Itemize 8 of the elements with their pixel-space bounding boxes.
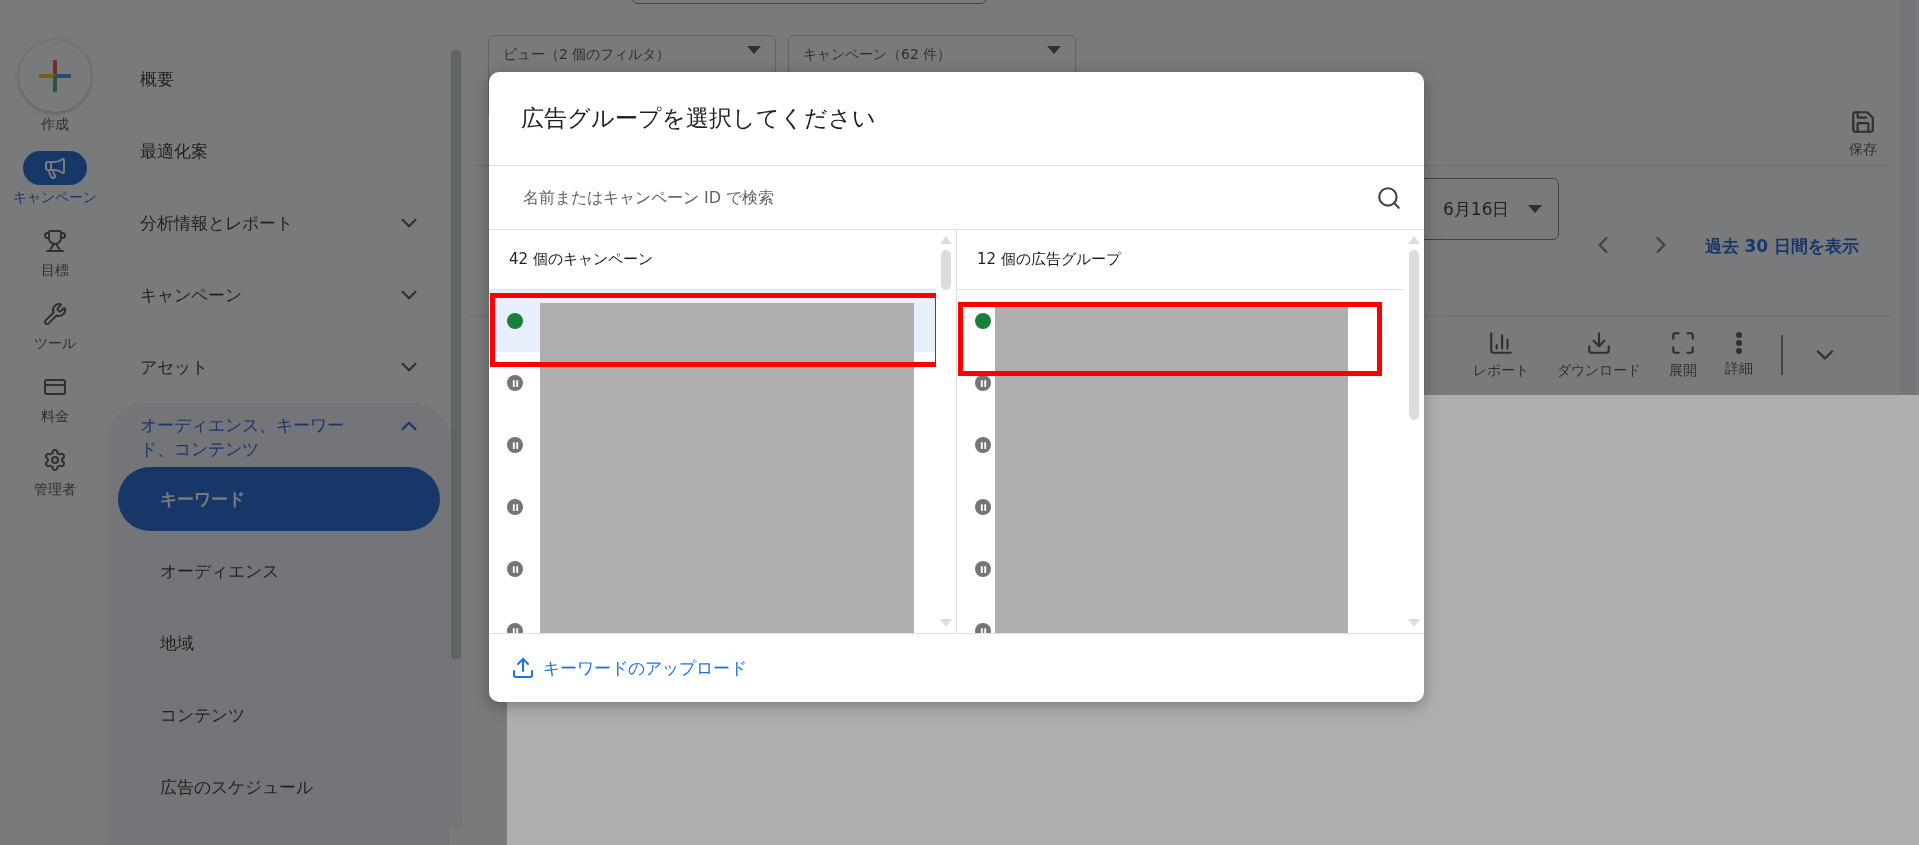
rail-label: 料金 [40, 408, 70, 425]
dialog-title: 広告グループを選択してください [489, 72, 1424, 166]
rail-label: ツール [33, 335, 77, 352]
rail-label: 管理者 [33, 481, 77, 498]
rail-label: 目標 [40, 262, 70, 279]
rail-label: キャンペーン [12, 189, 98, 206]
pane-header: 12 個の広告グループ [957, 230, 1404, 290]
rail-label: 作成 [40, 116, 70, 133]
